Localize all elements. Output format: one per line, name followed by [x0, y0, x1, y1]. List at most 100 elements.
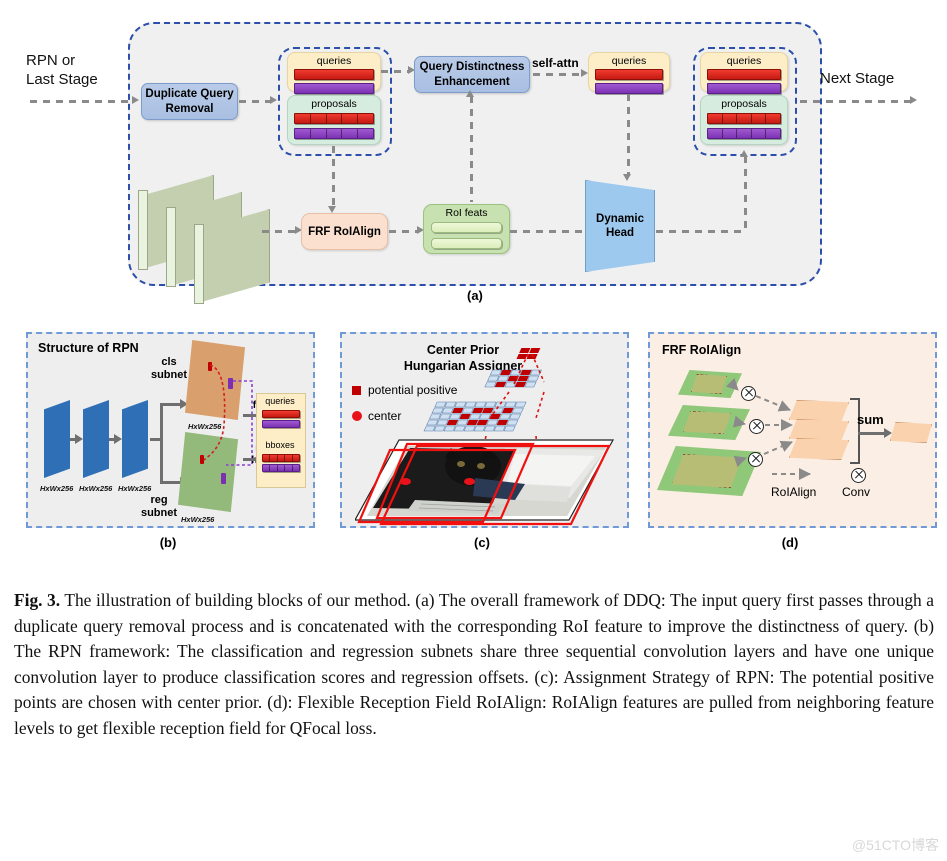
rpn-bbox-bar-purple	[262, 464, 300, 472]
cls-subnet-line1: cls	[161, 356, 177, 368]
proposals-block-1[interactable]: proposals	[287, 95, 381, 145]
ground-truth-boxes	[357, 442, 611, 526]
legend-center-swatch	[352, 411, 362, 421]
duplicate-query-removal-block[interactable]: Duplicate Query Removal	[141, 83, 238, 120]
panel-b-caption: (b)	[159, 535, 177, 550]
conv2-to-conv3-head	[114, 434, 122, 444]
dqr-to-group1-line	[239, 100, 270, 103]
rpn-bboxes-label: bboxes	[265, 440, 295, 450]
panel-c-caption: (c)	[474, 535, 490, 550]
dqr-label-line2: Removal	[165, 102, 214, 115]
conv1-to-conv2-head	[75, 434, 83, 444]
query-bar-purple-1	[294, 83, 374, 94]
query-distinctness-enhancement-block[interactable]: Query Distinctness Enhancement	[414, 56, 530, 93]
conv-block-1	[44, 400, 70, 478]
dqr-label-line1: Duplicate Query	[145, 88, 234, 101]
roifeats-to-qde-head	[466, 90, 474, 97]
sum-arrow-line	[858, 432, 886, 435]
panel-d-title: FRF RoIAlign	[662, 343, 742, 357]
rpn-queries-label: queries	[265, 396, 295, 406]
reg-subnet-line2: subnet	[140, 506, 178, 519]
frf-roialign-block[interactable]: FRF RoIAlign	[301, 213, 388, 250]
input-arrow-line	[30, 100, 132, 103]
sum-label: sum	[857, 412, 884, 427]
panel-d-caption: (d)	[781, 535, 799, 550]
roi-feats-block[interactable]: RoI feats	[423, 204, 510, 254]
figure-caption-text: The illustration of building blocks of o…	[14, 590, 934, 738]
legend-positive-swatch	[352, 386, 361, 395]
roifeats-to-dynhead-line	[510, 230, 594, 233]
conv-block-2	[83, 400, 109, 478]
reg-shape-label: HxWx256	[181, 515, 215, 524]
proposal-bar-red-1	[294, 113, 374, 124]
output-arrow-head	[910, 96, 917, 104]
conv-shape-2: HxWx256	[79, 484, 113, 493]
reg-subnet-label: reg subnet	[131, 494, 187, 519]
queries-block-3[interactable]: queries	[700, 52, 788, 94]
dynamic-head-line1: Dynamic	[596, 212, 644, 225]
dynhead-out-line	[656, 230, 746, 233]
conv-shape-3: HxWx256	[118, 484, 152, 493]
conv-block-3	[122, 400, 148, 478]
panel-a-caption: (a)	[467, 288, 483, 303]
qde-label-line2: Enhancement	[434, 75, 510, 88]
conv-legend-label: Conv	[842, 485, 871, 499]
roi-feat-bar-2	[431, 238, 502, 249]
proposals-to-frf-line	[332, 146, 335, 206]
dqr-to-group1-head	[270, 96, 277, 104]
query-bar-red-2	[595, 69, 663, 80]
queries-block-1[interactable]: queries	[287, 52, 381, 94]
proposal-bar-purple-1	[294, 128, 374, 139]
figure-label: Fig. 3.	[14, 590, 61, 610]
roi-feats-label: RoI feats	[445, 207, 488, 219]
proposals-to-frf-head	[328, 206, 336, 213]
queries-label-1: queries	[316, 55, 352, 67]
pooled-slab-2	[789, 419, 849, 441]
query-bar-purple-3	[707, 83, 781, 94]
summed-feature-slab	[890, 422, 932, 443]
rpn-query-bar-purple	[262, 420, 300, 428]
conv3-branch-vline	[160, 403, 163, 483]
pooled-slab-3	[789, 438, 849, 460]
input-label-line1: RPN or	[26, 52, 76, 69]
frf-to-roifeats-line	[389, 230, 417, 233]
query-bar-purple-2	[595, 83, 663, 94]
dynhead-up-line	[744, 156, 747, 232]
panel-a-input-label: RPN or Last Stage	[26, 52, 126, 90]
queries2-to-dynhead-head	[623, 174, 631, 181]
proposal-bar-purple-2	[707, 128, 781, 139]
roialign-legend-label: RoIAlign	[771, 485, 817, 499]
dynamic-head-block[interactable]: Dynamic Head	[585, 180, 655, 272]
backbone-to-frf-line	[262, 230, 295, 233]
rpn-query-bar-red	[262, 410, 300, 418]
queries-label-3: queries	[726, 55, 762, 67]
conv-legend-icon	[851, 468, 866, 483]
input-arrow-head	[132, 96, 139, 104]
self-attn-arrow-line	[533, 73, 581, 76]
panel-b-title: Structure of RPN	[38, 341, 139, 355]
conv-shape-1: HxWx256	[40, 484, 74, 493]
output-arrow-line	[800, 100, 910, 103]
queries-label-2: queries	[611, 55, 647, 67]
center-point-2	[464, 478, 475, 485]
proposals-block-2[interactable]: proposals	[700, 95, 788, 145]
qde-label-line1: Query Distinctness	[419, 61, 525, 74]
next-stage-label: Next Stage	[820, 70, 895, 87]
legend-center-label: center	[368, 409, 402, 423]
self-attn-label: self-attn	[532, 56, 579, 70]
rpn-bbox-bar-red	[262, 454, 300, 462]
queries1-to-qde-line	[381, 70, 408, 73]
conv3-to-cls-line	[160, 403, 182, 406]
input-label-line2: Last Stage	[26, 70, 98, 88]
proposals-label-2: proposals	[721, 98, 767, 110]
roi-feat-bar-1	[431, 222, 502, 233]
proposals-label-1: proposals	[311, 98, 357, 110]
watermark: @51CTO博客	[851, 837, 939, 853]
proposal-bar-red-2	[707, 113, 781, 124]
roifeats-to-qde-line	[470, 96, 473, 202]
queries-block-2[interactable]: queries	[588, 52, 670, 94]
query-bar-red-3	[707, 69, 781, 80]
conv3-to-reg-line	[160, 481, 182, 484]
pooled-slab-1	[789, 400, 849, 422]
sum-bracket	[850, 398, 860, 464]
